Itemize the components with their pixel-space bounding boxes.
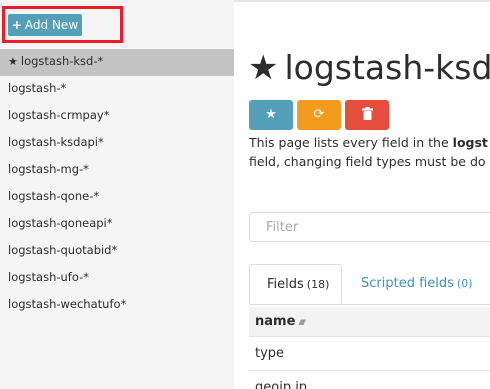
sidebar: + Add New ★ logstash-ksd-* logstash-* logs… xyxy=(0,0,234,389)
description-text: This page lists every field in the xyxy=(249,135,453,150)
star-icon: ★ xyxy=(265,107,277,122)
index-pattern-item[interactable]: logstash-wechatufo* xyxy=(0,292,234,319)
index-pattern-item[interactable]: logstash-mg-* xyxy=(0,157,234,184)
add-new-button[interactable]: + Add New xyxy=(8,14,82,36)
tab-count: (0) xyxy=(456,277,473,290)
trash-icon xyxy=(361,107,373,122)
table-row[interactable]: type xyxy=(249,337,490,371)
index-pattern-label: logstash-qoneapi* xyxy=(8,216,113,230)
main-content: ★ logstash-ksd ★ ⟳ This page lists every … xyxy=(234,0,490,389)
star-icon: ★ xyxy=(248,48,279,88)
index-pattern-item[interactable]: logstash-ksdapi* xyxy=(0,130,234,157)
delete-pattern-button[interactable] xyxy=(345,100,389,130)
index-pattern-item[interactable]: logstash-qone-* xyxy=(0,184,234,211)
index-pattern-label: logstash-ksdapi* xyxy=(8,135,104,149)
page-title-text: logstash-ksd xyxy=(284,48,490,87)
tab-count: (18) xyxy=(306,278,330,291)
index-pattern-label: logstash-wechatufo* xyxy=(8,297,127,311)
description-text-line2: field, changing field types must be do xyxy=(249,154,486,169)
tab-fields[interactable]: Fields (18) xyxy=(249,264,342,304)
refresh-fields-button[interactable]: ⟳ xyxy=(297,100,341,130)
refresh-icon: ⟳ xyxy=(313,107,325,122)
index-pattern-label: logstash-ksd-* xyxy=(20,54,104,68)
index-pattern-label: logstash-qone-* xyxy=(8,189,100,203)
name-column-header[interactable]: name ▲▼ xyxy=(249,307,490,337)
table-row[interactable]: geoip.ip xyxy=(249,371,490,389)
star-icon: ★ xyxy=(8,55,18,68)
tab-label: Scripted fields xyxy=(361,276,454,291)
page-description: This page lists every field in the logst… xyxy=(249,133,490,171)
filter-input[interactable] xyxy=(249,212,490,242)
index-pattern-item[interactable]: logstash-crmpay* xyxy=(0,103,234,130)
field-name: type xyxy=(255,346,285,361)
index-pattern-item[interactable]: logstash-* xyxy=(0,76,234,103)
plus-icon: + xyxy=(11,18,22,32)
index-pattern-label: logstash-crmpay* xyxy=(8,108,110,122)
set-default-button[interactable]: ★ xyxy=(249,100,293,130)
sort-icon: ▲▼ xyxy=(298,318,306,326)
index-pattern-label: logstash-ufo-* xyxy=(8,270,89,284)
index-pattern-item[interactable]: logstash-qoneapi* xyxy=(0,211,234,238)
description-pattern-name: logst xyxy=(452,135,488,150)
index-pattern-list: ★ logstash-ksd-* logstash-* logstash-crmp… xyxy=(0,49,234,319)
index-pattern-item[interactable]: logstash-ufo-* xyxy=(0,265,234,292)
index-pattern-label: logstash-mg-* xyxy=(8,162,89,176)
field-name: geoip.ip xyxy=(255,380,308,389)
page-title: ★ logstash-ksd xyxy=(248,48,490,88)
index-pattern-label: logstash-quotabid* xyxy=(8,243,118,257)
index-pattern-label: logstash-* xyxy=(8,81,67,95)
index-pattern-item[interactable]: logstash-quotabid* xyxy=(0,238,234,265)
add-new-label: Add New xyxy=(24,18,79,32)
tab-scripted-fields[interactable]: Scripted fields (0) xyxy=(344,264,490,304)
field-tabs: Fields (18) Scripted fields (0) xyxy=(249,264,490,305)
column-header-label: name xyxy=(255,314,296,329)
index-pattern-item[interactable]: ★ logstash-ksd-* xyxy=(0,49,234,76)
tab-label: Fields xyxy=(267,277,304,292)
